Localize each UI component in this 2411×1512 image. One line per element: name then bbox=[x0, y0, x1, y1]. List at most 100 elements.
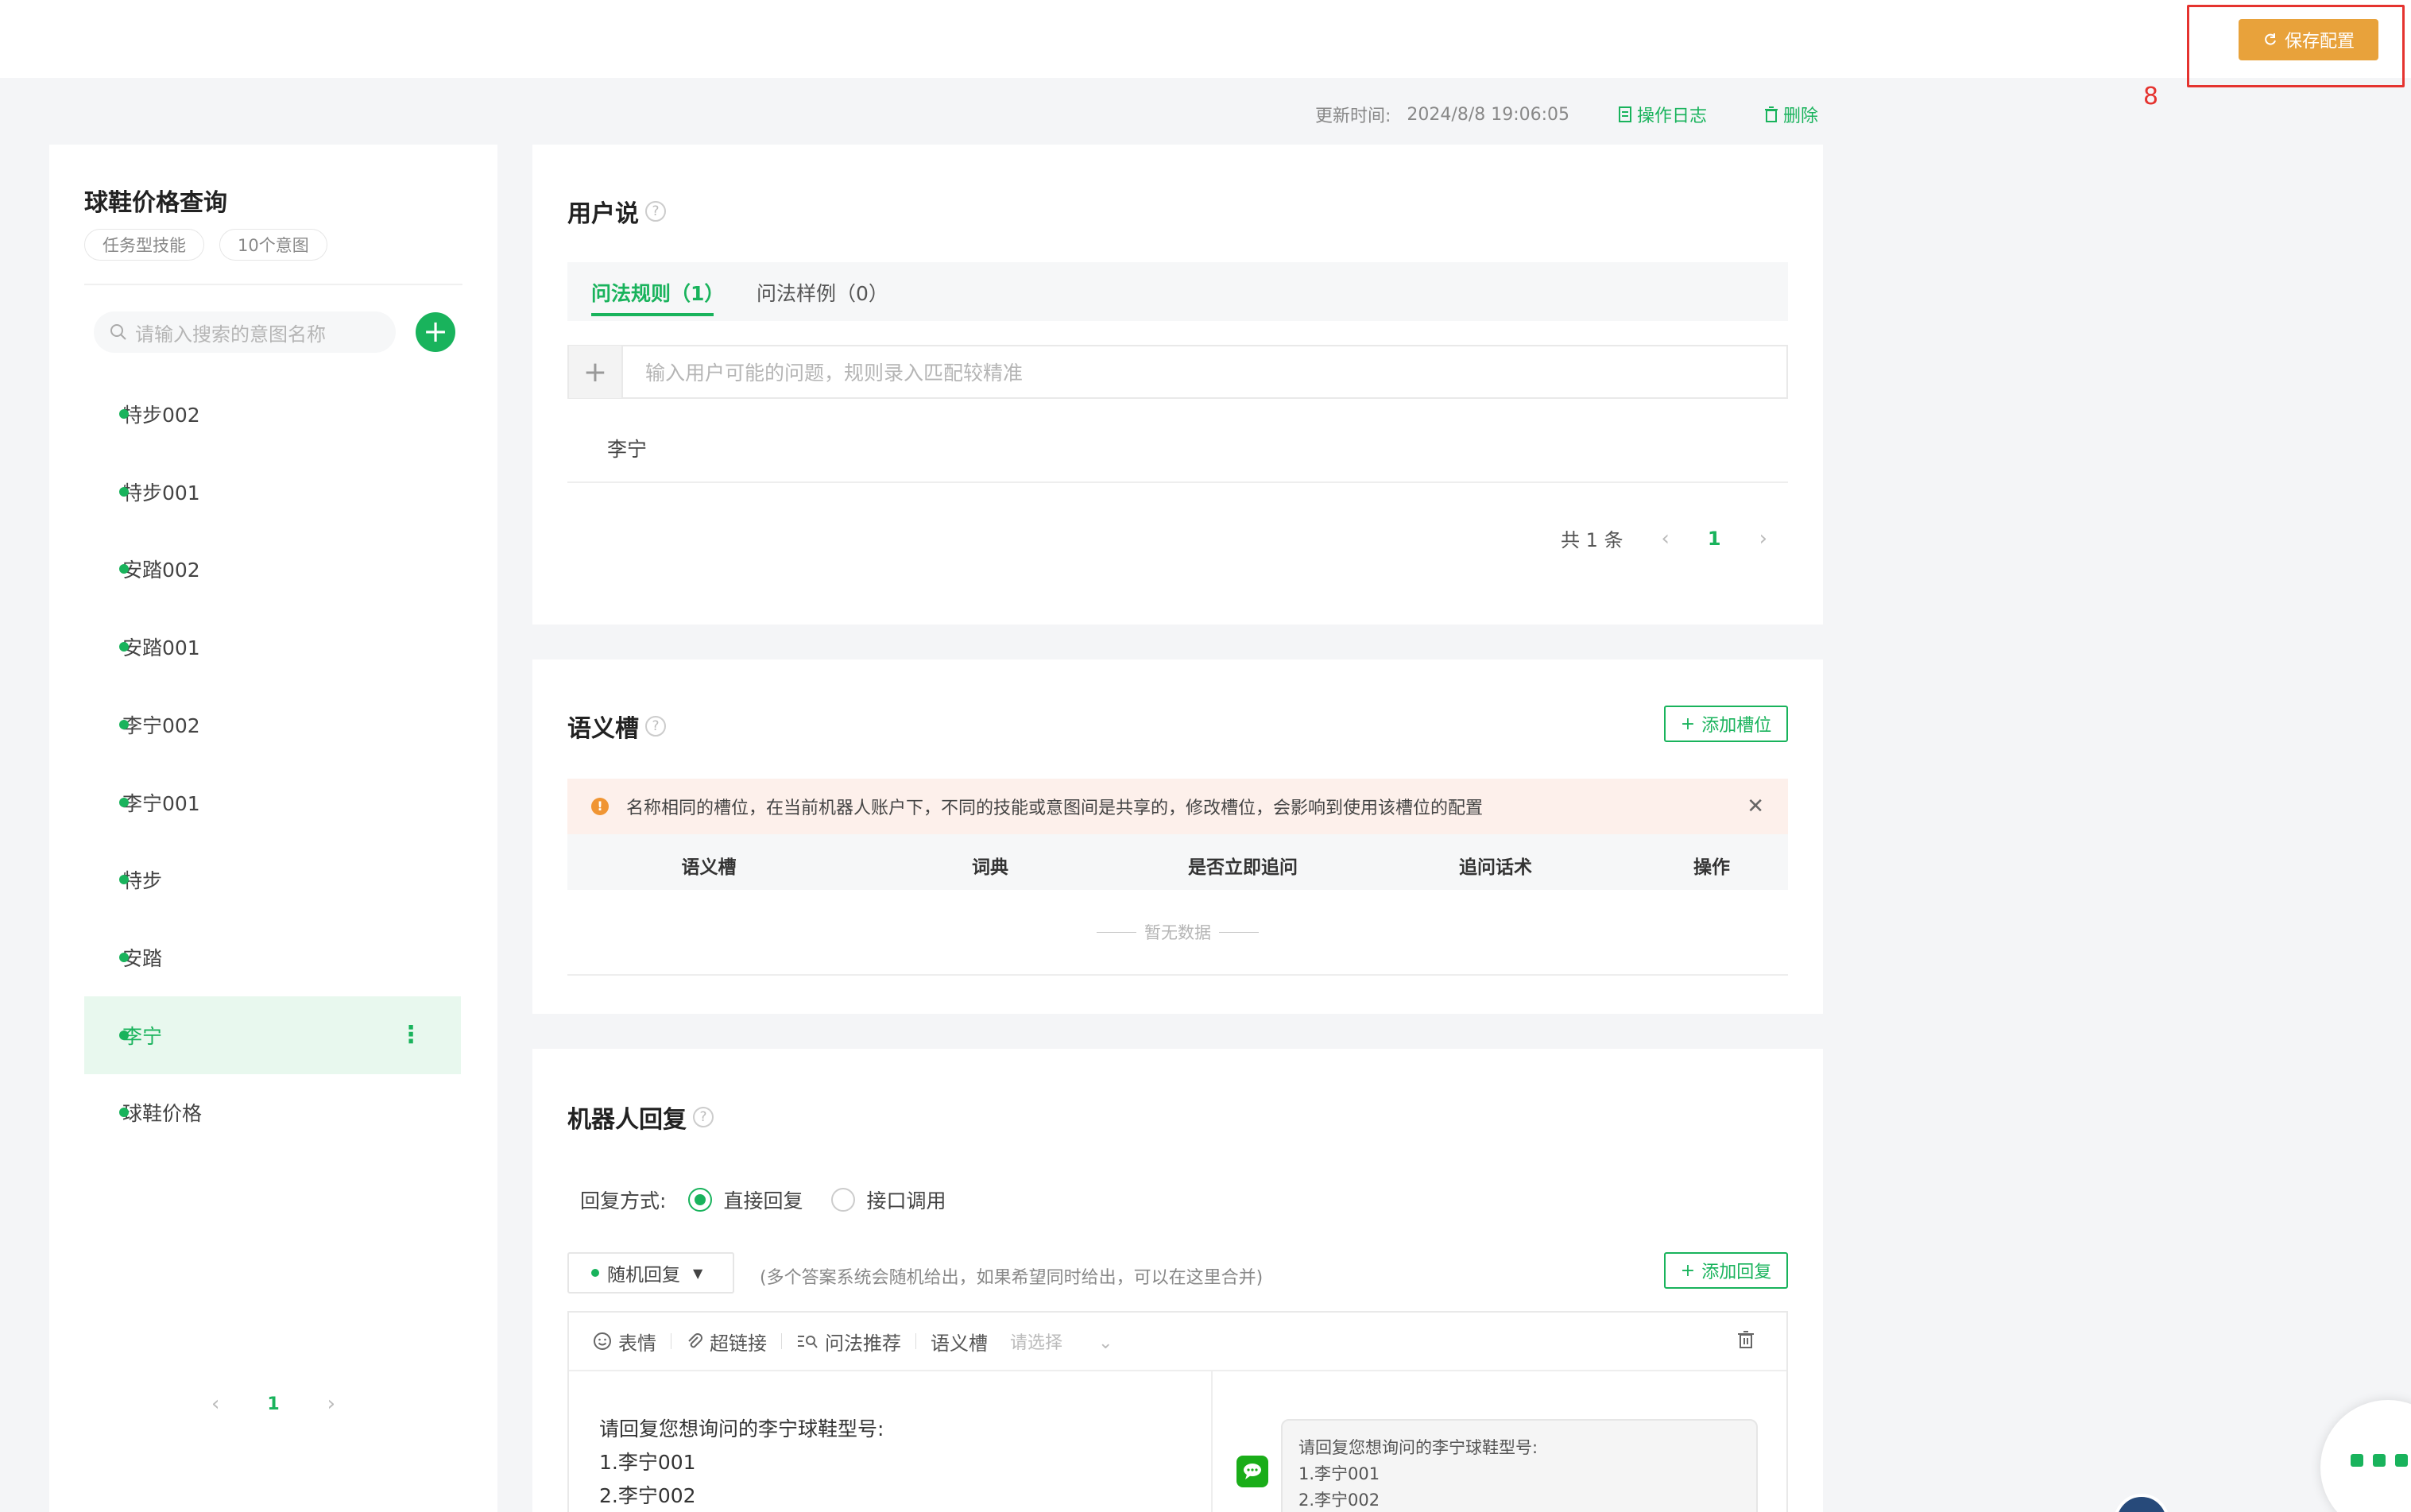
prev-page-icon[interactable]: ‹ bbox=[211, 1392, 219, 1416]
rules-pagination: 共 1 条 ‹ 1 › bbox=[1561, 524, 1767, 552]
reply-line: 请回复您想询问的李宁球鞋型号: bbox=[599, 1417, 884, 1440]
help-icon[interactable]: ? bbox=[645, 201, 666, 222]
rule-input[interactable]: + 输入用户可能的问题，规则录入匹配较精准 bbox=[567, 345, 1788, 399]
preview-line: 请回复您想询问的李宁球鞋型号: bbox=[1298, 1438, 1538, 1457]
avatar[interactable] bbox=[2114, 1494, 2169, 1512]
plus-icon: + bbox=[1680, 1260, 1696, 1281]
intent-item[interactable]: 安踏 bbox=[84, 918, 461, 996]
intent-item-active[interactable]: 李宁 ⋮ bbox=[84, 996, 461, 1074]
status-dot bbox=[119, 642, 129, 652]
intent-item[interactable]: 李宁001 bbox=[84, 764, 461, 841]
slot-select[interactable]: 请选择 ⌄ bbox=[1010, 1328, 1113, 1354]
radio-label: 直接回复 bbox=[723, 1189, 803, 1212]
preview-line: 1.李宁001 bbox=[1298, 1464, 1380, 1483]
status-dot bbox=[119, 1108, 129, 1117]
intent-item[interactable]: 安踏001 bbox=[84, 608, 461, 686]
chevron-down-icon: ⌄ bbox=[1098, 1333, 1113, 1353]
empty-state: 暂无数据 bbox=[567, 890, 1788, 976]
add-reply-label: 添加回复 bbox=[1701, 1263, 1772, 1282]
delete-link[interactable]: 删除 bbox=[1764, 102, 1818, 127]
next-page-icon[interactable]: › bbox=[327, 1392, 335, 1416]
divider bbox=[915, 1333, 916, 1349]
intent-label: 特步001 bbox=[122, 481, 200, 505]
floating-chat-button[interactable] bbox=[2320, 1400, 2411, 1512]
trash-icon bbox=[1765, 106, 1778, 122]
add-reply-button[interactable]: + 添加回复 bbox=[1664, 1252, 1788, 1289]
radio-api-call[interactable]: 接口调用 bbox=[831, 1185, 946, 1214]
tab-examples[interactable]: 问法样例（0） bbox=[757, 278, 888, 307]
radio-unchecked-icon bbox=[831, 1188, 856, 1212]
intent-item[interactable]: 特步 bbox=[84, 841, 461, 918]
reply-hint: (多个答案系统会随机给出，如果希望同时给出，可以在这里合并) bbox=[760, 1268, 1264, 1288]
intent-label: 李宁001 bbox=[122, 792, 200, 815]
user-says-title: 用户说 ? bbox=[567, 194, 666, 229]
operation-log-link[interactable]: 操作日志 bbox=[1618, 102, 1707, 127]
status-dot bbox=[119, 798, 129, 807]
hyperlink-button[interactable]: 超链接 bbox=[686, 1328, 767, 1355]
intent-item[interactable]: 李宁002 bbox=[84, 686, 461, 764]
column-header: 词典 bbox=[972, 857, 1008, 878]
reply-type-value: 随机回复 bbox=[607, 1265, 680, 1286]
close-icon[interactable]: ✕ bbox=[1747, 795, 1764, 818]
add-intent-button[interactable]: + bbox=[416, 312, 455, 352]
reply-editor: 表情 超链接 问法推荐 语义槽 请选择 ⌄ 请回复您想询问的李宁球鞋型号: 1.… bbox=[567, 1311, 1788, 1512]
caret-down-icon: ▼ bbox=[693, 1265, 703, 1281]
page-number[interactable]: 1 bbox=[267, 1394, 279, 1414]
radio-direct-reply[interactable]: 直接回复 bbox=[688, 1185, 803, 1214]
active-tab-indicator bbox=[591, 313, 714, 316]
reply-type-select[interactable]: 随机回复 ▼ bbox=[567, 1252, 734, 1294]
status-dot bbox=[119, 564, 129, 574]
intent-item[interactable]: 特步002 bbox=[84, 375, 461, 453]
preview-line: 2.李宁002 bbox=[1298, 1491, 1380, 1510]
update-time-value: 2024/8/8 19:06:05 bbox=[1407, 104, 1570, 125]
paperclip-icon bbox=[688, 1333, 702, 1348]
intent-sidebar: 球鞋价格查询 任务型技能 10个意图 请输入搜索的意图名称 + 特步002 特步… bbox=[49, 145, 497, 1512]
intent-item[interactable]: 安踏002 bbox=[84, 530, 461, 608]
sidebar-pagination: ‹ 1 › bbox=[49, 1392, 497, 1416]
intent-item[interactable]: 球鞋价格 bbox=[84, 1073, 461, 1151]
status-dot bbox=[119, 409, 129, 419]
page-number[interactable]: 1 bbox=[1708, 528, 1721, 550]
bot-reply-title: 机器人回复 ? bbox=[567, 1100, 714, 1135]
user-says-card: 用户说 ? 问法规则（1） 问法样例（0） + 输入用户可能的问题，规则录入匹配… bbox=[532, 145, 1823, 625]
tab-rules[interactable]: 问法规则（1） bbox=[591, 278, 724, 307]
add-slot-label: 添加槽位 bbox=[1701, 716, 1772, 736]
intent-label: 李宁002 bbox=[122, 714, 200, 737]
add-slot-button[interactable]: + 添加槽位 bbox=[1664, 706, 1788, 742]
skill-type-tag: 任务型技能 bbox=[84, 229, 204, 261]
intent-search-input[interactable]: 请输入搜索的意图名称 bbox=[94, 311, 396, 353]
emoji-label: 表情 bbox=[618, 1332, 656, 1355]
smile-icon bbox=[594, 1332, 611, 1350]
intent-label: 球鞋价格 bbox=[122, 1102, 203, 1125]
bot-reply-card: 机器人回复 ? 回复方式: 直接回复 接口调用 随机回复 ▼ (多个答案系统会随… bbox=[532, 1049, 1823, 1512]
status-dot bbox=[119, 1031, 129, 1040]
total-count: 共 1 条 bbox=[1560, 529, 1623, 551]
rule-row[interactable]: 李宁 bbox=[567, 415, 1788, 483]
trash-icon[interactable] bbox=[1737, 1330, 1755, 1354]
highlight-box bbox=[2187, 5, 2405, 87]
intent-label: 安踏001 bbox=[122, 636, 200, 659]
more-options-icon[interactable]: ⋮ bbox=[399, 1023, 423, 1047]
operation-log-label: 操作日志 bbox=[1637, 106, 1708, 126]
editor-toolbar: 表情 超链接 问法推荐 语义槽 请选择 ⌄ bbox=[569, 1313, 1786, 1371]
skill-title: 球鞋价格查询 bbox=[84, 189, 227, 217]
help-icon[interactable]: ? bbox=[645, 716, 666, 737]
delete-label: 删除 bbox=[1783, 106, 1819, 126]
update-time-label: 更新时间: bbox=[1315, 106, 1391, 126]
slots-card: 语义槽 ? + 添加槽位 ! 名称相同的槽位，在当前机器人账户下，不同的技能或意… bbox=[532, 659, 1823, 1014]
user-says-tabs: 问法规则（1） 问法样例（0） bbox=[567, 262, 1788, 321]
add-rule-icon[interactable]: + bbox=[569, 346, 623, 398]
column-header: 是否立即追问 bbox=[1188, 857, 1298, 878]
intent-item[interactable]: 特步001 bbox=[84, 453, 461, 531]
reply-text-area[interactable]: 请回复您想询问的李宁球鞋型号: 1.李宁001 2.李宁002 bbox=[569, 1371, 1213, 1512]
slot-select-placeholder: 请选择 bbox=[1010, 1333, 1063, 1353]
help-icon[interactable]: ? bbox=[693, 1107, 714, 1127]
status-dot bbox=[119, 953, 129, 962]
next-page-icon[interactable]: › bbox=[1759, 527, 1767, 551]
update-time: 更新时间: 2024/8/8 19:06:05 bbox=[1315, 102, 1569, 127]
reply-preview: 请回复您想询问的李宁球鞋型号: 1.李宁001 2.李宁002 bbox=[1281, 1419, 1758, 1512]
emoji-button[interactable]: 表情 bbox=[593, 1328, 656, 1355]
prev-page-icon[interactable]: ‹ bbox=[1661, 527, 1669, 551]
question-recommend-button[interactable]: 问法推荐 bbox=[796, 1328, 901, 1355]
status-dot bbox=[119, 720, 129, 729]
